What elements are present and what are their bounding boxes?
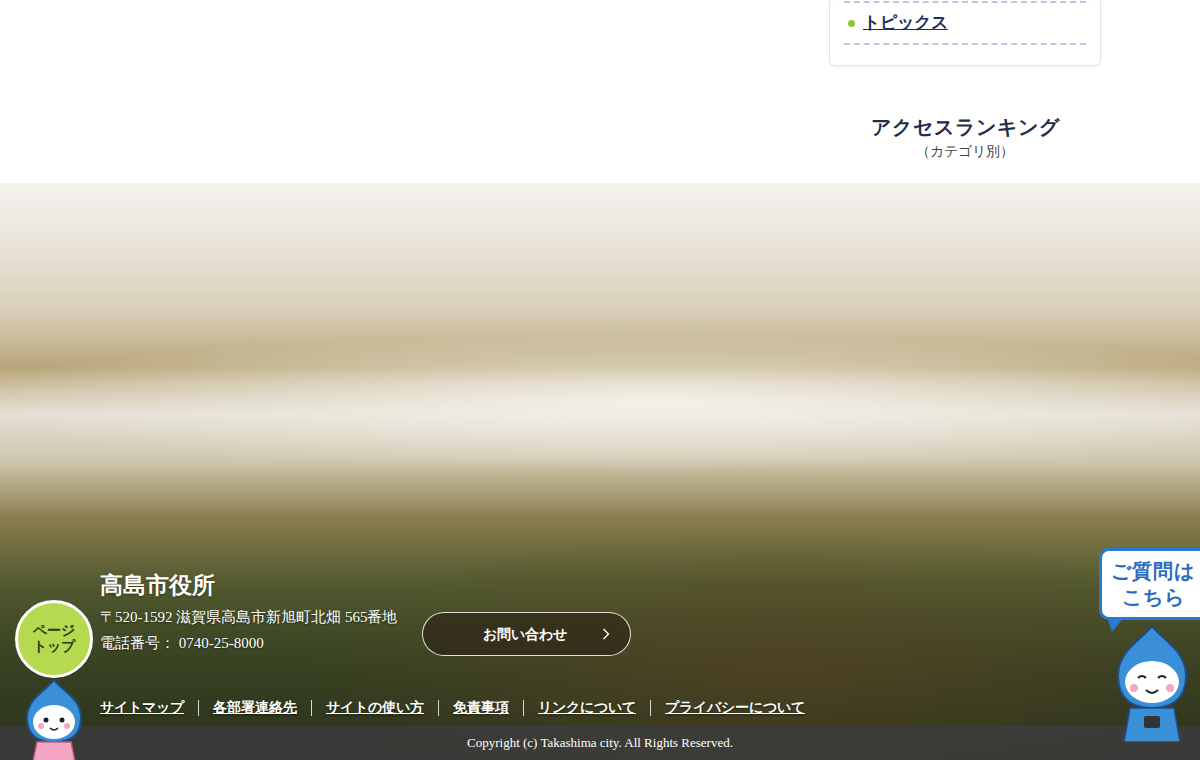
footer-link[interactable]: プライバシーについて <box>650 700 819 716</box>
help-button[interactable]: ご質問はこちら <box>1087 548 1200 742</box>
contact-button[interactable]: お問い合わせ <box>422 612 631 656</box>
access-ranking: アクセスランキング （カテゴリ別） <box>829 115 1101 162</box>
footer-link[interactable]: 各部署連絡先 <box>198 700 311 716</box>
contact-label: お問い合わせ <box>483 624 567 645</box>
sidebar-card: トピックス <box>829 1 1101 66</box>
mascot-icon <box>1100 620 1200 742</box>
page-top-button[interactable]: ページトップ <box>14 600 94 760</box>
footer-link[interactable]: 免責事項 <box>438 700 523 716</box>
footer-links: サイトマップ各部署連絡先サイトの使い方免責事項リンクについてプライバシーについて <box>0 700 1200 716</box>
office-name: 高島市役所 <box>100 572 398 600</box>
office-phone: 電話番号： 0740-25-8000 <box>100 630 398 656</box>
sidebar-link[interactable]: トピックス <box>863 10 948 36</box>
copyright: Copyright (c) Takashima city. All Rights… <box>467 733 733 753</box>
sidebar-item: トピックス <box>844 1 1086 45</box>
page-top-badge: ページトップ <box>15 600 93 678</box>
footer-link[interactable]: リンクについて <box>523 700 650 716</box>
ranking-subtitle: （カテゴリ別） <box>829 141 1101 162</box>
office-address: 〒520-1592 滋賀県高島市新旭町北畑 565番地 <box>100 604 398 630</box>
chevron-right-icon <box>602 628 610 640</box>
page-top-label: ページトップ <box>32 623 77 655</box>
help-label: ご質問はこちら <box>1110 558 1196 610</box>
copyright-bar: Copyright (c) Takashima city. All Rights… <box>0 726 1200 760</box>
footer: 高島市役所 〒520-1592 滋賀県高島市新旭町北畑 565番地 電話番号： … <box>0 183 1200 760</box>
top-area: トピックス アクセスランキング （カテゴリ別） <box>0 0 1200 183</box>
sidebar-list: トピックス <box>844 1 1086 45</box>
sidebar: トピックス アクセスランキング （カテゴリ別） <box>829 0 1101 183</box>
footer-link[interactable]: サイトの使い方 <box>311 700 438 716</box>
footer-info: 高島市役所 〒520-1592 滋賀県高島市新旭町北畑 565番地 電話番号： … <box>0 572 1200 656</box>
ranking-title: アクセスランキング <box>829 115 1101 139</box>
bullet-icon <box>848 20 855 27</box>
footer-link[interactable]: サイトマップ <box>100 700 198 716</box>
help-bubble: ご質問はこちら <box>1099 548 1200 620</box>
mascot-icon <box>17 678 91 760</box>
